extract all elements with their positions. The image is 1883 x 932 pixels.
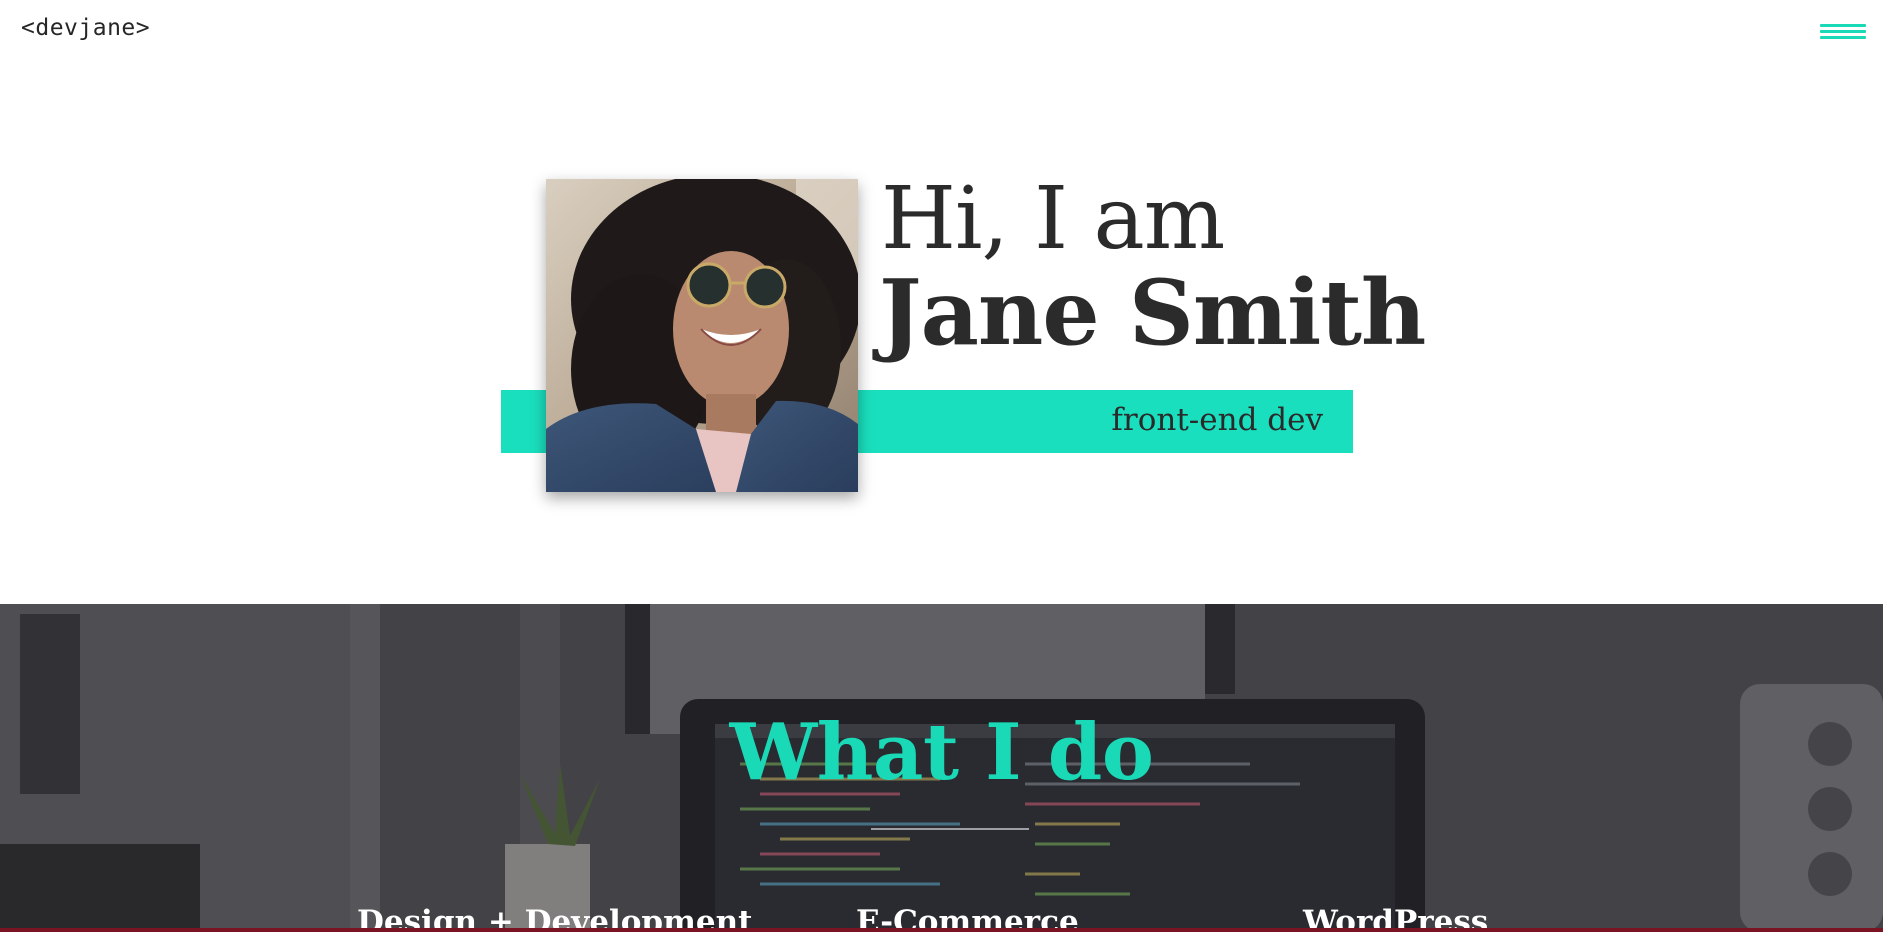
site-header: <devjane> bbox=[0, 0, 1883, 64]
services-title: What I do bbox=[729, 707, 1154, 798]
bottom-accent-strip bbox=[0, 928, 1883, 932]
hero-greeting: Hi, I am bbox=[881, 169, 1225, 269]
services-section: What I do Design + Development E-Commerc… bbox=[0, 604, 1883, 932]
menu-line bbox=[1820, 30, 1866, 33]
menu-line bbox=[1820, 24, 1866, 27]
hero-name: Jane Smith bbox=[879, 260, 1426, 366]
menu-line bbox=[1820, 36, 1866, 39]
title-divider bbox=[871, 828, 1029, 830]
profile-photo bbox=[546, 179, 858, 492]
hamburger-menu-icon[interactable] bbox=[1820, 22, 1866, 44]
site-logo[interactable]: <devjane> bbox=[21, 15, 150, 41]
hero-role: front-end dev bbox=[1111, 402, 1323, 438]
page: <devjane> front-end dev Hi, I am Jane Sm… bbox=[0, 0, 1883, 932]
